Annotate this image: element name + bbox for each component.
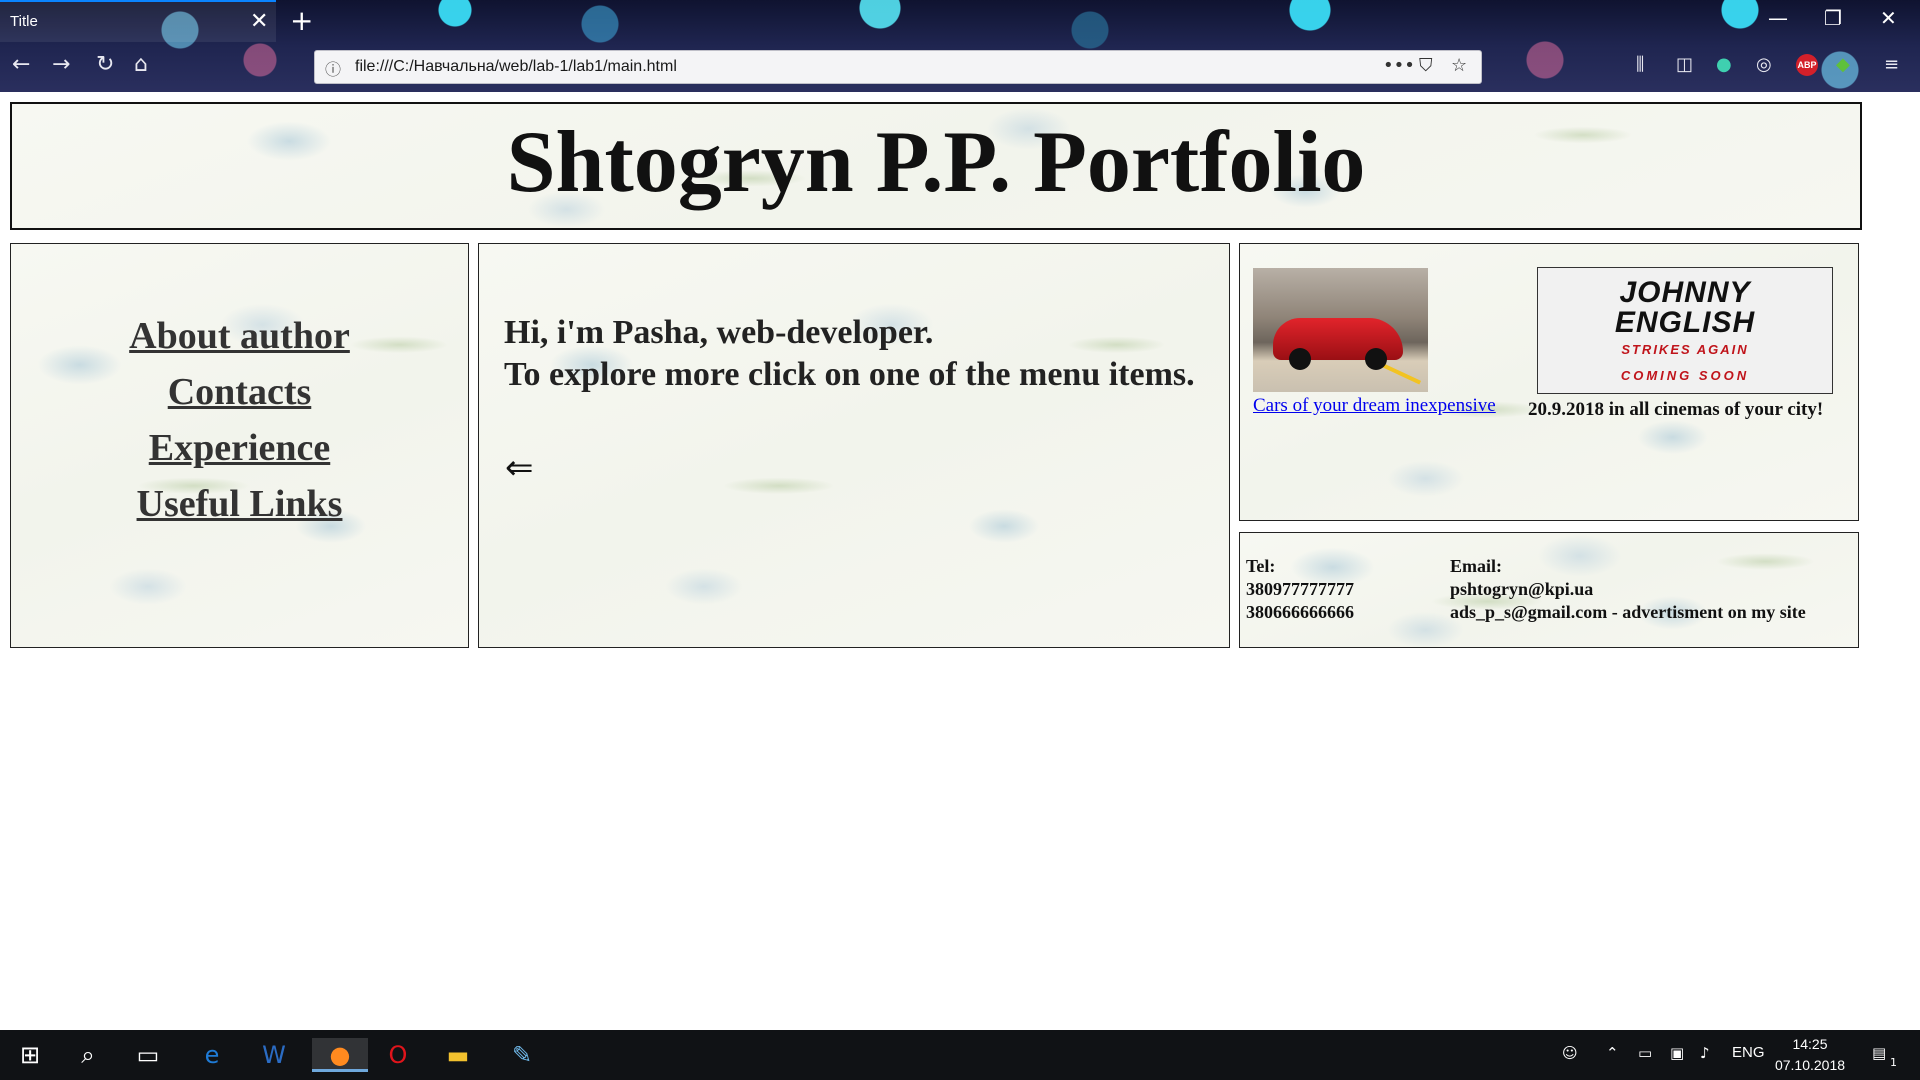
contacts-panel: Tel: 380977777777 380666666666 Email: ps… (1239, 532, 1859, 648)
page-title: Shtogryn P.P. Portfolio (506, 114, 1366, 211)
tel-number-1: 380977777777 (1246, 579, 1354, 599)
tel-label: Tel: (1246, 556, 1276, 576)
volume-icon[interactable]: ♪ (1700, 1044, 1710, 1062)
menu-link-experience[interactable]: Experience (11, 420, 468, 476)
new-tab-button[interactable]: + (290, 4, 313, 37)
menu-link-about-author[interactable]: About author (11, 308, 468, 364)
left-arrow-icon: ⇐ (505, 448, 534, 488)
movie-poster-coming: COMING SOON (1620, 368, 1750, 383)
notifications-icon[interactable]: ▤ (1872, 1044, 1886, 1062)
extension-download-icon[interactable]: ◆ (1836, 54, 1850, 75)
address-bar[interactable]: ⓘ file:///C:/Навчальна/web/lab-1/lab1/ma… (314, 50, 1482, 84)
movie-title-line-2: ENGLISH (1614, 306, 1756, 339)
email-address-1: pshtogryn@kpi.ua (1450, 579, 1594, 599)
battery-icon[interactable]: ▭ (1638, 1044, 1652, 1062)
email-column: Email: pshtogryn@kpi.ua ads_p_s@gmail.co… (1450, 555, 1806, 624)
windows-start-icon[interactable]: ⊞ (8, 1038, 52, 1072)
restore-button[interactable]: ❐ (1824, 6, 1842, 30)
forward-icon[interactable]: → (52, 52, 70, 77)
greeting-line-2: To explore more click on one of the menu… (504, 356, 1195, 393)
extension-m-icon[interactable]: ● (1716, 54, 1732, 75)
edge-icon[interactable]: e (190, 1038, 234, 1072)
minimize-button[interactable]: — (1768, 6, 1788, 30)
reload-icon[interactable]: ↻ (96, 52, 114, 77)
phone-column: Tel: 380977777777 380666666666 (1246, 555, 1354, 624)
file-explorer-icon[interactable]: ▬ (436, 1038, 480, 1072)
back-icon[interactable]: ← (12, 52, 30, 77)
car-wheel (1289, 348, 1311, 370)
notification-count: 1 (1890, 1056, 1897, 1069)
search-icon[interactable]: ⌕ (66, 1038, 110, 1072)
browser-tab[interactable]: Title ✕ (0, 0, 276, 42)
header-banner: Shtogryn P.P. Portfolio (10, 102, 1862, 230)
library-icon[interactable]: ⫼ (1636, 54, 1644, 75)
bookmark-star-icon[interactable]: ☆ (1451, 55, 1467, 76)
greeting-line-1: Hi, i'm Pasha, web-developer. (504, 314, 934, 351)
car-ad-link[interactable]: Cars of your dream inexpensive (1253, 395, 1496, 417)
tab-close-icon[interactable]: ✕ (250, 9, 268, 34)
close-window-button[interactable]: ✕ (1880, 6, 1897, 30)
system-clock[interactable]: 14:25 07.10.2018 (1760, 1034, 1860, 1076)
paint-icon[interactable]: ✎ (500, 1038, 544, 1072)
extension-sync-icon[interactable]: ◎ (1756, 54, 1772, 75)
home-icon[interactable]: ⌂ (134, 52, 148, 77)
info-icon[interactable]: ⓘ (325, 56, 341, 80)
adblock-icon[interactable]: ABP (1796, 54, 1818, 76)
menu-link-useful-links[interactable]: Useful Links (11, 476, 468, 532)
movie-poster-subtitle: STRIKES AGAIN (1621, 342, 1749, 357)
tel-number-2: 380666666666 (1246, 602, 1354, 622)
pocket-icon[interactable]: ⛉ (1419, 55, 1433, 76)
email-label: Email: (1450, 556, 1502, 576)
people-icon[interactable]: ☺ (1562, 1044, 1578, 1062)
network-icon[interactable]: ▣ (1670, 1044, 1684, 1062)
movie-poster-image: JOHNNY ENGLISH STRIKES AGAIN COMING SOON (1537, 267, 1833, 394)
tab-title: Title (10, 13, 38, 30)
ads-panel: Cars of your dream inexpensive JOHNNY EN… (1239, 243, 1859, 521)
menu-list: About author Contacts Experience Useful … (11, 308, 468, 532)
firefox-icon[interactable]: ● (312, 1038, 368, 1072)
main-content-panel: Hi, i'm Pasha, web-developer. To explore… (478, 243, 1230, 648)
clock-date: 07.10.2018 (1774, 1057, 1846, 1073)
browser-chrome: Title ✕ + — ❐ ✕ ← → ↻ ⌂ ⓘ file:///C:/Нав… (0, 0, 1920, 92)
sidebar-icon[interactable]: ◫ (1676, 54, 1693, 75)
taskbar: ⊞ ⌕ ▭ e W ● O ▬ ✎ ☺ ⌃ ▭ ▣ ♪ ENG 14:25 07… (0, 1030, 1920, 1080)
menu-panel: About author Contacts Experience Useful … (10, 243, 469, 648)
movie-title-line-1: JOHNNY (1619, 276, 1751, 309)
url-text[interactable]: file:///C:/Навчальна/web/lab-1/lab1/main… (355, 58, 677, 76)
movie-caption: 20.9.2018 in all cinemas of your city! (1528, 399, 1824, 420)
menu-link-contacts[interactable]: Contacts (11, 364, 468, 420)
menu-icon[interactable]: ≡ (1884, 54, 1899, 75)
greeting-text: Hi, i'm Pasha, web-developer. To explore… (504, 312, 1204, 396)
show-hidden-icons[interactable]: ⌃ (1606, 1044, 1619, 1062)
task-view-icon[interactable]: ▭ (126, 1038, 170, 1072)
word-icon[interactable]: W (252, 1038, 296, 1072)
email-address-2: ads_p_s@gmail.com - advertisment on my s… (1450, 602, 1806, 622)
clock-time: 14:25 (1792, 1036, 1828, 1052)
opera-icon[interactable]: O (376, 1038, 420, 1072)
page-actions-icon[interactable]: ••• (1383, 55, 1415, 76)
car-wheel (1365, 348, 1387, 370)
movie-poster-title: JOHNNY ENGLISH (1538, 278, 1832, 338)
car-ad-image[interactable] (1253, 268, 1428, 392)
